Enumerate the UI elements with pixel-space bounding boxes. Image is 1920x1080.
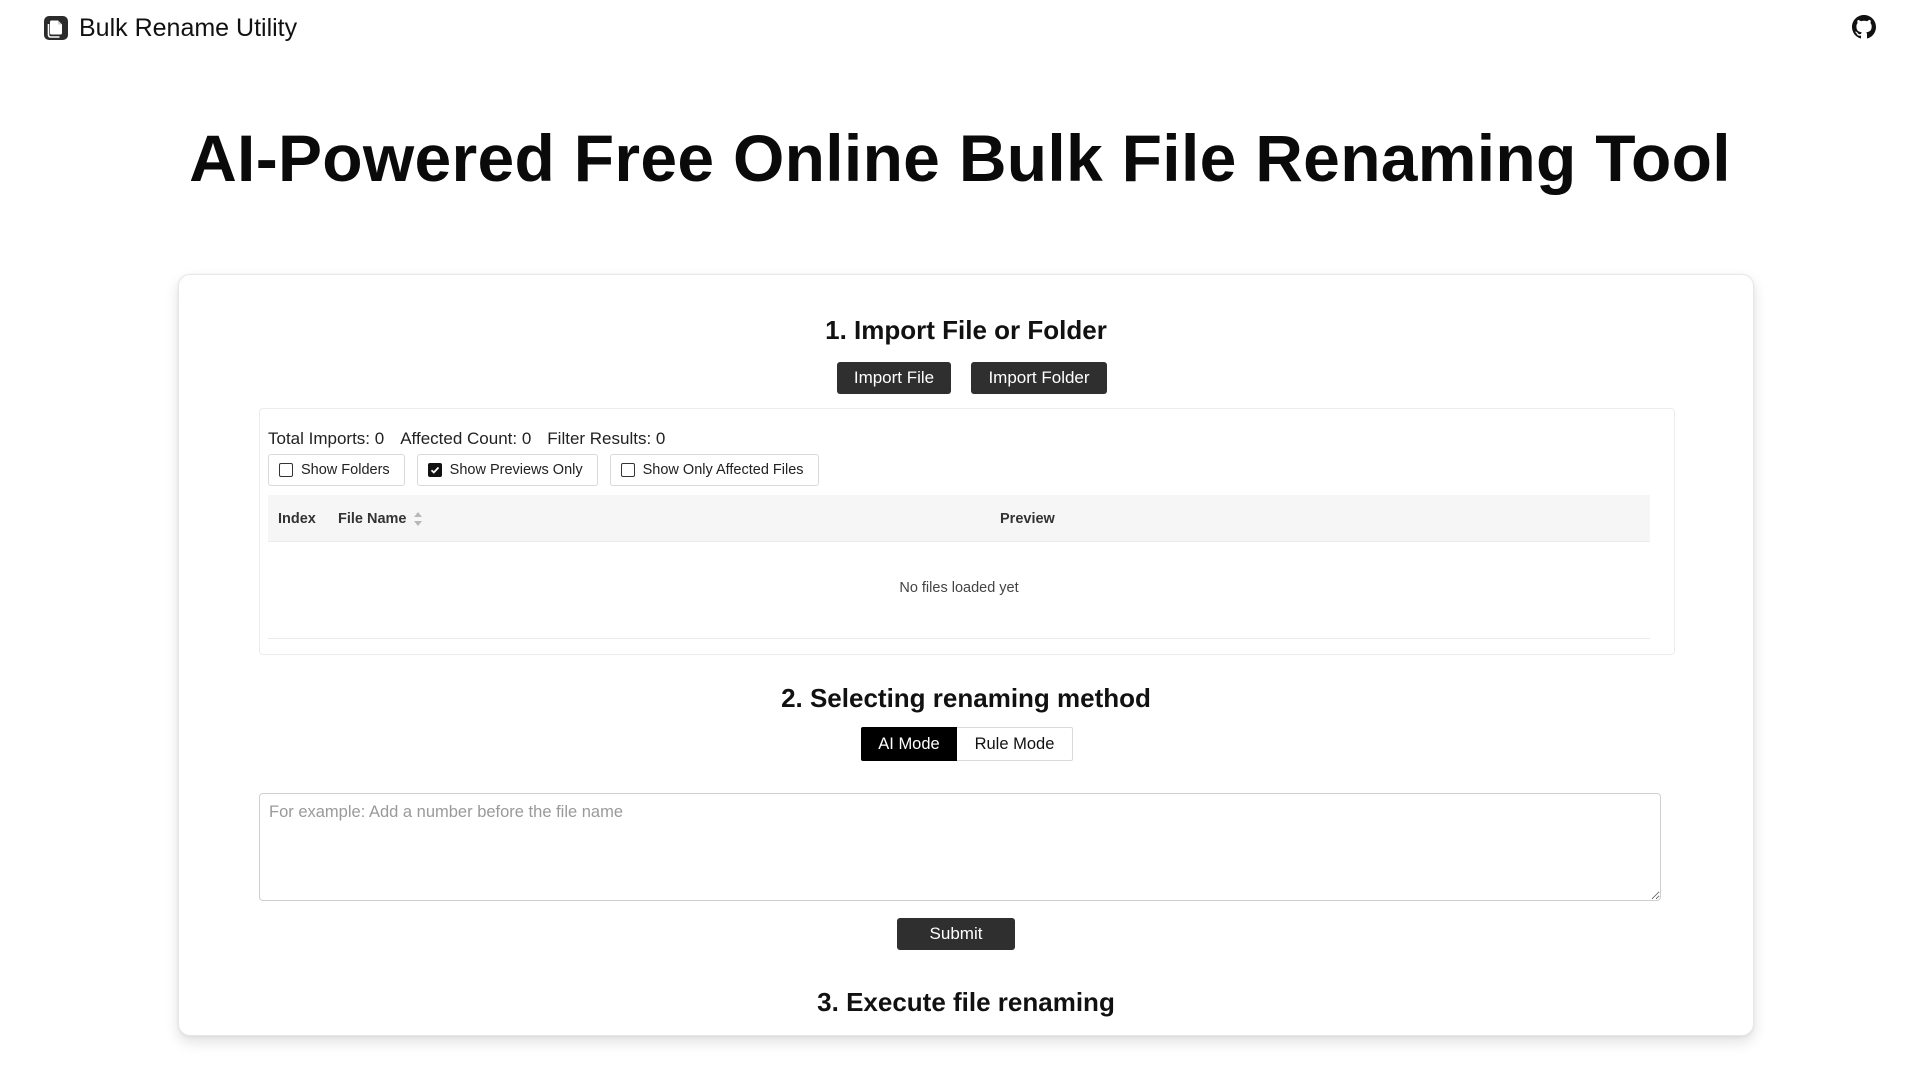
submit-button[interactable]: Submit [897,918,1015,950]
checkmark-icon [430,466,439,474]
top-bar: Bulk Rename Utility [0,0,1920,56]
column-label: Index [278,510,316,527]
step3-title: 3. Execute file renaming [817,987,1115,1017]
filter-label: Show Previews Only [449,462,583,478]
rename-prompt-input[interactable] [259,793,1661,901]
show-folders-toggle[interactable]: Show Folders [268,454,405,486]
sort-icon[interactable] [413,511,423,527]
app-title: Bulk Rename Utility [79,13,298,42]
column-preview: Preview [1000,495,1055,542]
import-folder-button[interactable]: Import Folder [971,362,1107,394]
column-label: File Name [338,510,407,527]
filter-label: Show Only Affected Files [642,462,804,478]
filter-results: Filter Results: 0 [547,429,666,448]
ai-mode-button[interactable]: AI Mode [861,727,957,761]
total-imports: Total Imports: 0 [268,429,385,448]
checkbox[interactable] [279,463,293,477]
files-table-header: Index File Name Preview [268,495,1650,542]
checkbox-checked[interactable] [427,463,442,477]
affected-count: Affected Count: 0 [400,429,532,448]
import-stats: Total Imports: 0 Affected Count: 0 Filte… [268,429,665,449]
show-previews-only-toggle[interactable]: Show Previews Only [416,454,598,486]
rule-mode-button[interactable]: Rule Mode [957,727,1073,761]
document-copy-icon [43,15,69,41]
brand[interactable]: Bulk Rename Utility [43,14,297,42]
github-icon[interactable] [1852,15,1876,39]
column-file-name[interactable]: File Name [338,495,423,542]
mode-switch: AI Mode Rule Mode [861,727,1073,761]
filter-options: Show Folders Show Previews Only Show Onl… [268,454,819,486]
import-file-button[interactable]: Import File [837,362,951,394]
filter-label: Show Folders [301,462,390,478]
checkbox[interactable] [620,463,635,477]
show-only-affected-toggle[interactable]: Show Only Affected Files [609,454,819,486]
step2-title: 2. Selecting renaming method [781,683,1151,713]
step1-title: 1. Import File or Folder [825,315,1107,345]
page-title: AI-Powered Free Online Bulk File Renamin… [189,121,1731,195]
empty-state-message: No files loaded yet [899,580,1019,596]
column-index: Index [278,495,316,542]
files-table-body: No files loaded yet [268,542,1650,639]
main-card: 1. Import File or Folder Import File Imp… [178,274,1754,1036]
files-panel: Total Imports: 0 Affected Count: 0 Filte… [259,408,1675,655]
column-label: Preview [1000,510,1055,527]
